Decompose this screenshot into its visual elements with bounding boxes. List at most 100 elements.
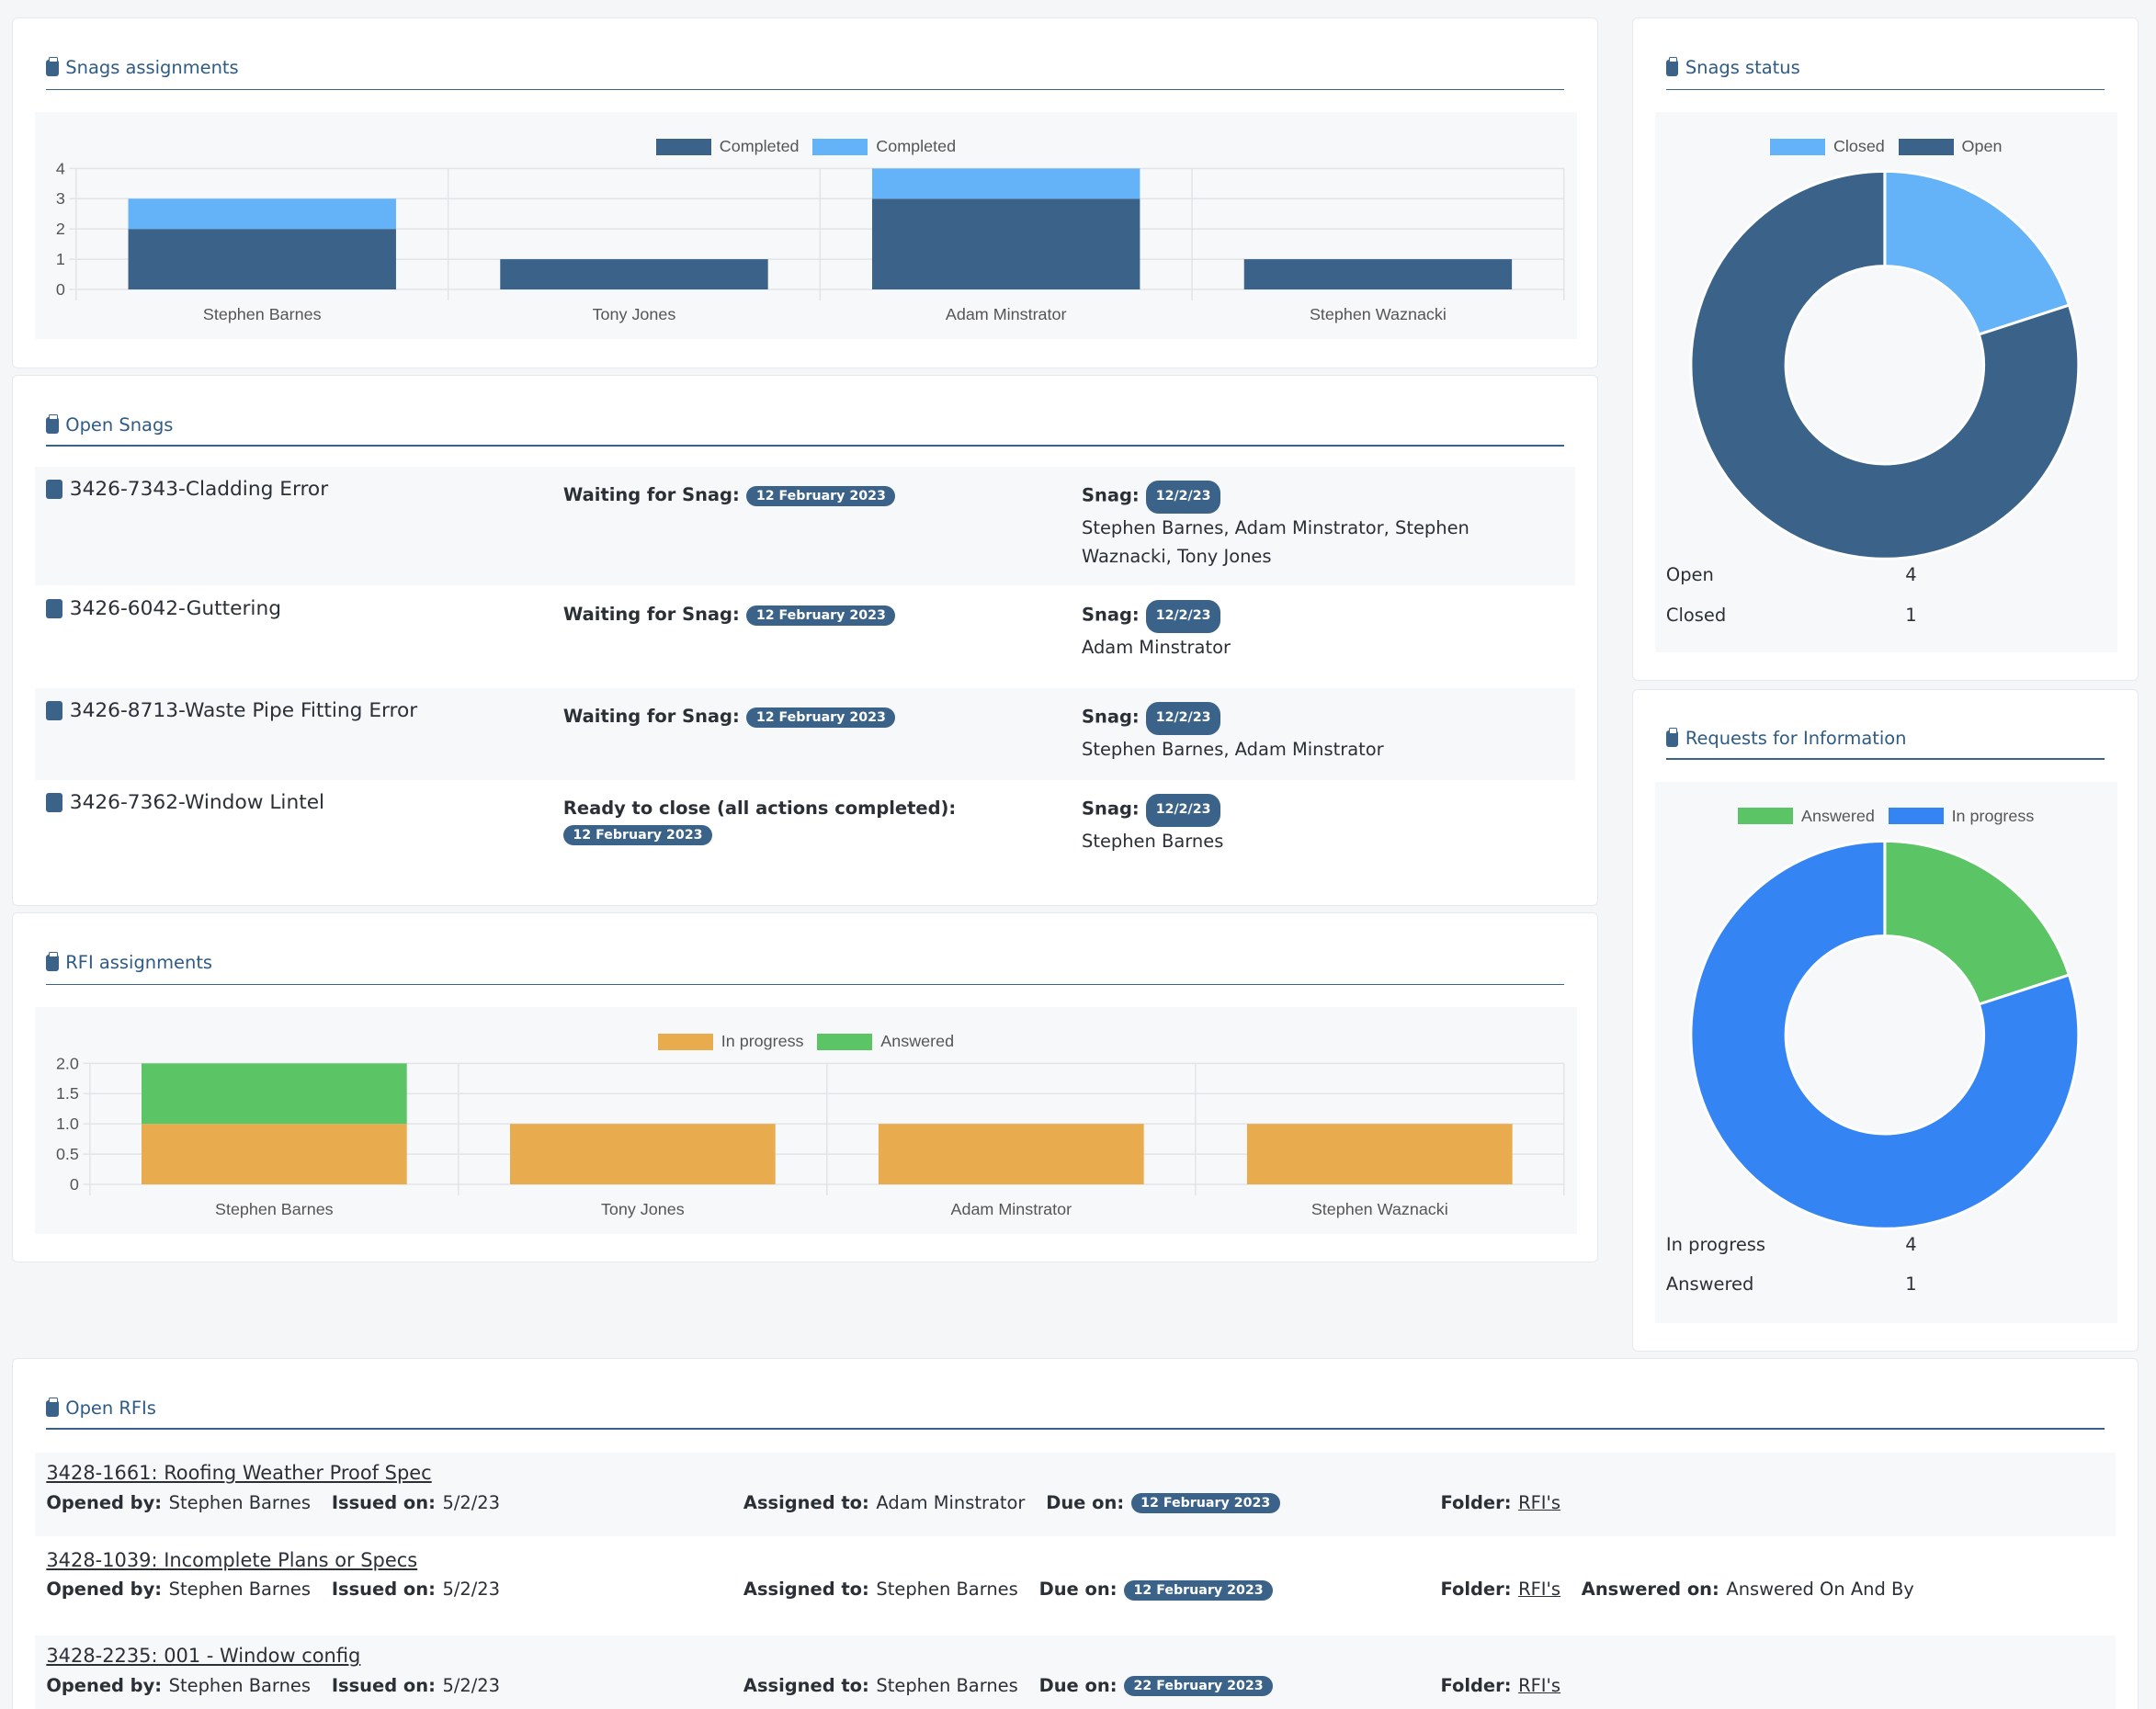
label: Opened by: bbox=[46, 1491, 163, 1513]
label: Opened by: bbox=[46, 1579, 163, 1601]
snag-title[interactable]: 3426-8713-Waste Pipe Fitting Error bbox=[46, 699, 417, 722]
donut-svg bbox=[1689, 170, 2081, 560]
snag-title[interactable]: 3426-7343-Cladding Error bbox=[46, 478, 328, 501]
opened-by-value: Stephen Barnes bbox=[168, 1674, 311, 1696]
assignees: Stephen Barnes, Adam Minstrator bbox=[1081, 738, 1384, 760]
bar-1-0[interactable] bbox=[142, 1063, 408, 1125]
folder-link[interactable]: RFI's bbox=[1518, 1492, 1560, 1513]
date-badge: 12 February 2023 bbox=[746, 707, 896, 728]
open-snags-card: Open Snags 3426-7343-Cladding Error Wait… bbox=[12, 375, 1599, 907]
label: Due on: bbox=[1038, 1674, 1118, 1696]
bar-0-1[interactable] bbox=[510, 1124, 777, 1185]
answered-on-value: Answered On And By bbox=[1726, 1579, 1914, 1601]
due-date-badge: 22 February 2023 bbox=[1124, 1676, 1274, 1697]
stat-label: Closed bbox=[1665, 604, 1727, 626]
folder-link[interactable]: RFI's bbox=[1518, 1579, 1560, 1600]
bar-0-0[interactable] bbox=[128, 229, 397, 290]
rfi-title-link[interactable]: 3428-1661: Roofing Weather Proof Spec bbox=[46, 1462, 431, 1484]
donut-slice-closed[interactable] bbox=[1883, 170, 2071, 337]
rfi-status-donut: Answered In progress In progress 4 Answe… bbox=[1654, 781, 2117, 1324]
status-label: Waiting for Snag: bbox=[562, 604, 740, 626]
document-icon bbox=[46, 1397, 59, 1417]
snag-label: Snag: bbox=[1081, 484, 1140, 506]
issued-on-value: 5/2/23 bbox=[442, 1579, 501, 1601]
label: Opened by: bbox=[46, 1674, 163, 1696]
y-tick-label: 4 bbox=[56, 160, 65, 178]
y-tick-label: 0 bbox=[56, 280, 65, 299]
y-tick-label: 0.5 bbox=[56, 1145, 79, 1163]
title-text: Snags status bbox=[1685, 57, 1800, 79]
rfi-assignments-card: RFI assignments In progress Answered 0 0.… bbox=[12, 912, 1599, 1262]
due-date-badge: 12 February 2023 bbox=[1130, 1493, 1280, 1514]
rfi-folder: Folder: RFI's bbox=[1441, 1671, 1560, 1697]
assignees: Stephen Barnes, Adam Minstrator, Stephen… bbox=[1081, 517, 1469, 567]
divider bbox=[46, 983, 1565, 986]
stat-label: Answered bbox=[1665, 1273, 1754, 1296]
document-icon bbox=[1665, 728, 1679, 747]
divider bbox=[1665, 88, 2105, 91]
snag-row[interactable]: 3426-6042-Guttering Waiting for Snag: 12… bbox=[35, 586, 1575, 683]
rfi-folder: Folder: RFI's Answered on: Answered On A… bbox=[1441, 1575, 1914, 1601]
label: Assigned to: bbox=[743, 1491, 869, 1513]
snag-row[interactable]: 3426-7362-Window Lintel Ready to close (… bbox=[35, 780, 1575, 879]
card-title: RFI assignments bbox=[46, 951, 212, 973]
document-icon bbox=[46, 951, 59, 971]
bar-0-3[interactable] bbox=[1244, 259, 1513, 290]
clipboard-icon bbox=[46, 56, 59, 76]
bar-0-2[interactable] bbox=[879, 1124, 1145, 1185]
bar-1-2[interactable] bbox=[872, 168, 1140, 199]
rfi-status-card: Requests for Information Answered In pro… bbox=[1631, 688, 2139, 1352]
bar-0-1[interactable] bbox=[500, 259, 769, 290]
rfi-assigned: Assigned to: Adam Minstrator Due on: 12 … bbox=[743, 1488, 1280, 1514]
rfi-bar-chart: In progress Answered 0 0.5 1.0 1.5 2.0 Stephe… bbox=[35, 1007, 1577, 1235]
snag-title-text: 3426-8713-Waste Pipe Fitting Error bbox=[69, 699, 418, 723]
card-title: Snags assignments bbox=[46, 56, 239, 78]
y-tick-label: 1.0 bbox=[56, 1115, 79, 1133]
label: Issued on: bbox=[331, 1491, 436, 1513]
date-badge: 12 February 2023 bbox=[562, 825, 712, 846]
divider bbox=[1665, 758, 2105, 760]
snag-date-badge: 12/2/23 bbox=[1146, 600, 1220, 634]
rfi-title-link[interactable]: 3428-2235: 001 - Window config bbox=[46, 1645, 360, 1667]
y-tick-label: 2.0 bbox=[56, 1055, 79, 1073]
snag-title-text: 3426-6042-Guttering bbox=[69, 597, 281, 621]
snag-bar-chart: Completed Completed 0 1 2 3 4 Stephen Barnes T… bbox=[35, 112, 1577, 340]
rfi-title-link[interactable]: 3428-1039: Incomplete Plans or Specs bbox=[46, 1549, 417, 1571]
snag-title[interactable]: 3426-7362-Window Lintel bbox=[46, 791, 324, 814]
label: Assigned to: bbox=[743, 1579, 869, 1601]
card-title: Snags status bbox=[1665, 56, 1800, 79]
open-rfis-card: Open RFIs 3428-1661: Roofing Weather Pro… bbox=[12, 1358, 2139, 1709]
folder-link[interactable]: RFI's bbox=[1518, 1675, 1560, 1696]
snags-status-donut: Closed Open Open 4 Closed 1 bbox=[1654, 112, 2117, 653]
rfi-opened: Opened by: Stephen Barnes Issued on: 5/2… bbox=[46, 1488, 500, 1514]
dashboard: Snags assignments Completed Completed 01… bbox=[0, 0, 2156, 1709]
y-tick-label: 2 bbox=[56, 220, 65, 238]
rfi-row[interactable]: 3428-2235: 001 - Window config Opened by… bbox=[35, 1635, 2116, 1709]
stat-value: 1 bbox=[1905, 604, 1917, 626]
y-tick-label: 1 bbox=[56, 250, 65, 268]
snag-assignment: Snag: 12/2/23 Adam Minstrator bbox=[1082, 600, 1494, 662]
rfi-row[interactable]: 3428-1039: Incomplete Plans or Specs Ope… bbox=[35, 1539, 2116, 1630]
snag-row[interactable]: 3426-8713-Waste Pipe Fitting Error Waiti… bbox=[35, 688, 1576, 781]
rfi-opened: Opened by: Stephen Barnes Issued on: 5/2… bbox=[46, 1575, 500, 1601]
card-title: Open Snags bbox=[46, 413, 173, 436]
snag-title[interactable]: 3426-6042-Guttering bbox=[46, 597, 281, 620]
clipboard-check-icon bbox=[46, 701, 63, 721]
bar-0-0[interactable] bbox=[142, 1124, 408, 1185]
rfi-row[interactable]: 3428-1661: Roofing Weather Proof Spec Op… bbox=[35, 1452, 2116, 1537]
x-tick-label: Stephen Waznacki bbox=[1311, 1200, 1448, 1218]
bar-0-3[interactable] bbox=[1247, 1124, 1514, 1185]
donut-slice-answered[interactable] bbox=[1883, 839, 2071, 1006]
x-tick-label: Adam Minstrator bbox=[946, 305, 1067, 323]
clipboard-icon bbox=[46, 413, 59, 434]
bar-1-0[interactable] bbox=[128, 198, 397, 230]
snag-date-badge: 12/2/23 bbox=[1146, 794, 1220, 828]
bar-0-2[interactable] bbox=[872, 198, 1140, 290]
divider bbox=[46, 445, 1565, 447]
card-title: Requests for Information bbox=[1665, 728, 1907, 749]
title-text: Open RFIs bbox=[65, 1398, 156, 1420]
snag-row[interactable]: 3426-7343-Cladding Error Waiting for Sna… bbox=[35, 467, 1576, 585]
snag-status: Waiting for Snag: 12 February 2023 bbox=[563, 702, 896, 728]
snag-status: Waiting for Snag: 12 February 2023 bbox=[562, 600, 896, 626]
snag-title-text: 3426-7343-Cladding Error bbox=[69, 478, 329, 502]
